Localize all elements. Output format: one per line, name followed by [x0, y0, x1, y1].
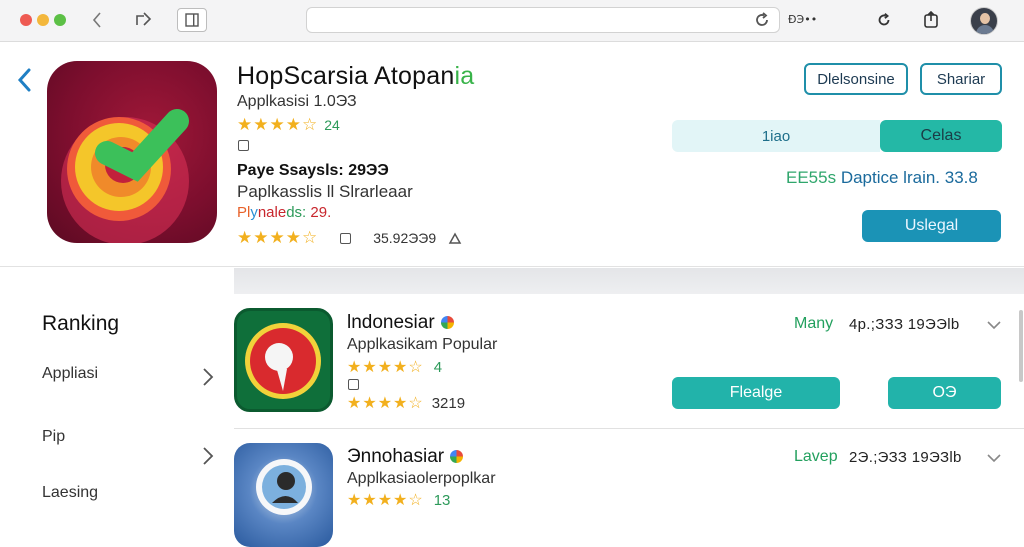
sidebar-heading: Ranking — [42, 312, 120, 335]
zoom-window-button[interactable] — [54, 14, 66, 26]
sidebar-toggle-button[interactable] — [177, 8, 207, 32]
row-title[interactable]: Эnnohasiar — [347, 446, 464, 468]
share-button[interactable] — [920, 8, 942, 32]
section-strip — [234, 268, 1024, 294]
row-review-count: 3219 — [431, 395, 466, 412]
row-subtitle: Applkasiaolerpoplkar — [347, 470, 496, 487]
row-subtitle: Applkasikam Popular — [347, 336, 498, 353]
app-rating: ★★★★☆ 24 — [237, 115, 340, 135]
chevron-left-icon — [92, 12, 101, 28]
app-title-accent: ia — [454, 62, 475, 90]
refresh-icon — [878, 13, 890, 26]
meta-prefix: ΕΕ55s — [786, 168, 837, 187]
scrollbar[interactable] — [1019, 310, 1023, 382]
row-rating-secondary: ★★★★☆ 3219 — [347, 393, 465, 413]
row-rating-value: 13 — [433, 492, 451, 509]
players-part-1: Pl — [237, 204, 251, 221]
row-stars: ★★★★☆ — [347, 359, 424, 376]
app-icon[interactable] — [234, 443, 333, 547]
row-rating: ★★★★☆ 4 — [347, 357, 442, 377]
chevron-right-icon[interactable] — [200, 367, 216, 387]
back-chevron-icon[interactable] — [14, 66, 36, 94]
verified-icon — [450, 450, 464, 464]
row-rating-value: 4 — [433, 359, 443, 376]
app-logo-graphic — [256, 459, 312, 515]
info-icon — [238, 140, 249, 151]
app-category: Paplkasslis ll Slrarleaar — [237, 182, 413, 201]
app-stats: ★★★★☆ 35.92ЭЭ9 — [237, 228, 462, 248]
share-small-icon[interactable] — [448, 231, 462, 245]
avatar[interactable] — [970, 7, 998, 35]
app-icon[interactable] — [234, 308, 333, 412]
row-stat: 4p.;ЗЗЗ 19ЭЭlb — [849, 316, 960, 333]
app-downloads: Paye Ssaysls: 29ЭЭ — [237, 162, 389, 179]
share-icon — [924, 11, 938, 28]
sidebar-item-pip[interactable]: Pip — [42, 428, 65, 446]
app-subtitle: Applkasisi 1.0ЭЗ — [237, 93, 357, 110]
row-stat: 2Э.;ЭЗЗ 19ЭЗlb — [849, 449, 962, 466]
sidebar-item-laesing[interactable]: Laesing — [42, 484, 98, 502]
back-button[interactable] — [86, 8, 108, 32]
rating-stars: ★★★★☆ — [237, 115, 319, 134]
app-logo-graphic — [245, 323, 321, 399]
chevron-right-icon[interactable] — [200, 446, 216, 466]
row-status: Lavep — [794, 448, 838, 465]
row-title-text: lndonesiar — [347, 312, 435, 333]
share-app-button[interactable]: Shariar — [920, 63, 1002, 95]
players-part-4: ds: — [286, 204, 307, 221]
usage-button[interactable]: Uslegal — [862, 210, 1001, 242]
app-title-main: HopScarsia Atopan — [237, 62, 455, 90]
players-part-2: y — [250, 204, 258, 221]
close-window-button[interactable] — [20, 14, 32, 26]
row-divider — [234, 428, 1024, 429]
app-size: 35.92ЭЭ9 — [373, 230, 437, 246]
address-bar[interactable] — [306, 7, 780, 33]
row-status: Many — [794, 315, 834, 332]
celas-button[interactable]: Celas — [880, 120, 1002, 152]
app-icon — [47, 61, 217, 243]
reload-icon[interactable] — [752, 10, 772, 30]
install-button[interactable]: Flealge — [672, 377, 840, 409]
minimize-window-button[interactable] — [37, 14, 49, 26]
version-pill[interactable]: 1iao — [672, 120, 880, 152]
description-button[interactable]: Dlelsonsine — [804, 63, 908, 95]
browser-toolbar: ÐЭ•• — [0, 0, 1024, 42]
app-logo-graphic — [61, 109, 189, 243]
row-stars: ★★★★☆ — [347, 395, 424, 412]
row-rating: ★★★★☆ 13 — [347, 490, 450, 510]
forward-button[interactable] — [132, 8, 156, 32]
reload-button[interactable] — [872, 8, 896, 32]
url-text: ÐЭ•• — [788, 13, 818, 26]
rating-value: 24 — [324, 117, 340, 133]
save-icon — [340, 232, 352, 244]
stats-stars: ★★★★☆ — [237, 228, 319, 247]
app-meta-line: ΕΕ55s Daptice lrain. 33.8 — [786, 168, 978, 188]
players-part-5: 29. — [306, 204, 332, 221]
row-stars: ★★★★☆ — [347, 492, 424, 509]
row-title-text: Эnnohasiar — [347, 446, 445, 467]
verified-icon — [440, 316, 454, 330]
meta-text: Daptice lrain. 33.8 — [836, 168, 978, 187]
players-part-3: nale — [257, 204, 287, 221]
info-icon — [348, 379, 359, 390]
sidebar-item-appliasi[interactable]: Appliasi — [42, 365, 98, 383]
app-title: HopScarsia Atopania — [237, 62, 474, 91]
chevron-down-icon[interactable] — [987, 453, 1001, 463]
sidebar-icon — [185, 13, 199, 27]
app-players: Plynaleds: 29. — [237, 204, 331, 221]
row-title[interactable]: lndonesiar — [347, 312, 454, 334]
chevron-down-icon[interactable] — [987, 320, 1001, 330]
forward-icon — [136, 12, 152, 26]
secondary-button[interactable]: OЭ — [888, 377, 1001, 409]
header-divider — [0, 266, 1024, 267]
